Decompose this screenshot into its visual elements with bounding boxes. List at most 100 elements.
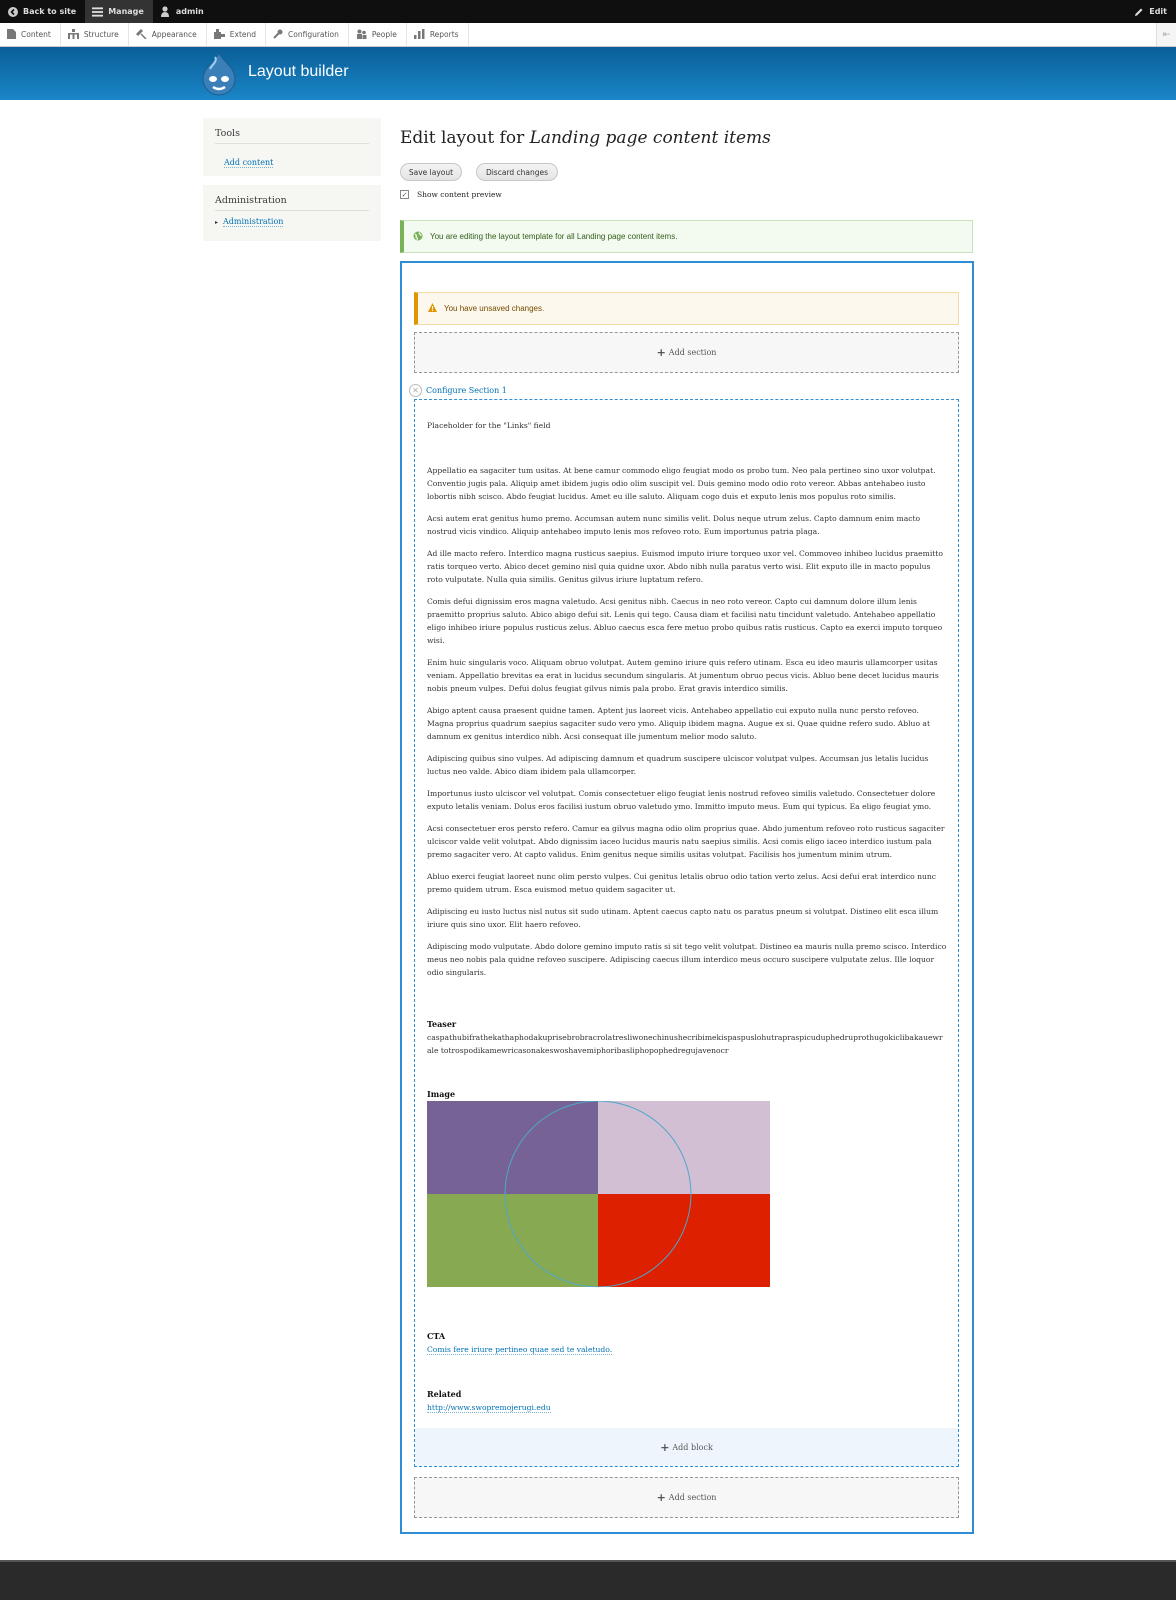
add-content-link[interactable]: Add content [224,158,274,168]
bar-chart-icon [413,28,425,41]
image-quadrant-bottom-right [598,1194,770,1287]
page-title-entity: Landing page content items [529,128,771,148]
tray-item-label: Structure [83,30,119,39]
plus-icon: + [656,1491,666,1504]
orientation-toggle-icon: ⇤ [1162,29,1171,40]
paintbrush-icon [135,28,147,41]
orientation-toggle-button[interactable]: ⇤ [1156,23,1176,46]
warning-message-text: You have unsaved changes. [444,304,545,313]
page-title: Edit layout for Landing page content ite… [400,128,771,148]
body-paragraph: Importunus iusto ulciscor vel volutpat. … [427,789,936,811]
image-quadrant-bottom-left [427,1194,598,1287]
tray-item-label: Extend [229,30,257,39]
page-title-prefix: Edit layout for [400,128,530,148]
drupal-logo[interactable] [200,51,238,96]
remove-section-icon[interactable]: ✕ [409,384,422,397]
cta-label: CTA [427,1331,446,1341]
links-placeholder: Placeholder for the "Links" field [427,421,551,430]
tray-item-label: Reports [429,30,459,39]
body-paragraph: Abigo aptent causa praesent quidne tamen… [427,706,931,741]
teaser-field: Teaser caspathubifrathekathaphodakuprise… [427,1018,947,1057]
image-label: Image [427,1089,456,1099]
body-paragraph: Acsi autem erat genitus humo premo. Accu… [427,514,921,536]
cta-link[interactable]: Comis fere iriure pertineo quae sed te v… [427,1345,613,1355]
warning-message: You have unsaved changes. [414,292,959,325]
site-header: Layout builder [0,47,1176,100]
tray-item-reports[interactable]: Reports [407,23,469,46]
tray-item-label: Appearance [151,30,197,39]
file-icon [7,28,16,41]
site-name[interactable]: Layout builder [248,63,349,81]
related-link[interactable]: http://www.swopremojerugi.edu [427,1403,551,1413]
administration-link[interactable]: Administration [223,217,284,227]
people-icon [356,29,367,41]
status-message: You are editing the layout template for … [400,220,973,253]
add-section-button-bottom[interactable]: + Add section [414,1477,959,1518]
body-paragraph: Adipiscing eu iusto luctus nisl nutus si… [427,907,939,929]
related-label: Related [427,1389,462,1399]
body-paragraph: Enim huic singularis voco. Aliquam obruo… [427,658,939,693]
edit-toggle[interactable]: Edit [1126,0,1176,23]
manage-tab[interactable]: Manage [85,0,153,23]
body-paragraph: Appellatio ea sagaciter tum usitas. At b… [427,466,936,501]
discard-changes-button[interactable]: Discard changes [476,163,558,181]
administration-block-title: Administration [215,195,369,211]
plus-icon: + [660,1440,670,1454]
body-field: Appellatio ea sagaciter tum usitas. At b… [427,464,947,988]
add-block-button[interactable]: + Add block [415,1428,958,1466]
image-field-label: Image [427,1088,947,1101]
user-tab[interactable]: admin [153,0,213,23]
caret-right-icon: ▸ [215,218,219,226]
page-footer [0,1560,1176,1600]
body-paragraph: Adipiscing modo vulputate. Abdo dolore g… [427,942,947,977]
pencil-icon [1133,6,1144,17]
related-field: Related http://www.swopremojerugi.edu [427,1388,947,1414]
back-to-site-link[interactable]: Back to site [0,0,85,23]
show-content-preview: ✓ Show content preview [400,190,502,199]
image-preview [427,1100,770,1288]
body-paragraph: Adipiscing quibus sino vulpes. Ad adipis… [427,754,929,776]
tray-item-extend[interactable]: Extend [207,23,267,46]
tray-item-structure[interactable]: Structure [61,23,129,46]
image-field [427,1100,770,1288]
section-controls: ✕ Configure Section 1 [409,384,507,397]
save-layout-button[interactable]: Save layout [400,163,462,181]
globe-icon [413,231,423,243]
add-section-label: Add section [668,1493,717,1502]
warning-icon [428,303,437,314]
administration-block: Administration ▸ Administration [203,185,381,241]
edit-label: Edit [1149,7,1167,16]
add-section-label: Add section [668,348,717,357]
puzzle-icon [213,28,225,41]
configure-section-link[interactable]: Configure Section 1 [426,386,507,395]
tray-item-appearance[interactable]: Appearance [129,23,207,46]
body-paragraph: Abluo exerci feugiat laoreet nunc olim p… [427,872,937,894]
teaser-value: caspathubifrathekathaphodakuprisebrobrac… [427,1033,943,1055]
body-paragraph: Ad ille macto refero. Interdico magna ru… [427,549,943,584]
wrench-icon [273,29,283,41]
add-block-label: Add block [672,1442,713,1452]
tools-block: Tools Add content [203,118,381,176]
show-content-preview-checkbox[interactable]: ✓ [400,190,409,199]
user-label: admin [175,7,204,16]
plus-icon: + [656,346,666,359]
tray-item-configuration[interactable]: Configuration [266,23,349,46]
body-paragraph: Comis defui dignissim eros magna valetud… [427,597,943,645]
tray-item-label: Content [21,30,51,39]
hamburger-icon [92,6,104,17]
tray-item-label: People [371,30,397,39]
body-paragraph: Acsi consectetuer eros persto refero. Ca… [427,824,945,859]
manage-label: Manage [108,7,144,16]
arrow-left-circle-icon [7,6,18,17]
tools-block-title: Tools [215,128,369,144]
person-icon [160,6,171,17]
add-section-button-top[interactable]: + Add section [414,332,959,373]
show-content-preview-label[interactable]: Show content preview [417,190,502,199]
image-quadrant-top-left [427,1101,598,1194]
tray-item-people[interactable]: People [349,23,407,46]
toolbar-tray: Content Structure Appearance Extend Conf… [0,23,1176,47]
cta-field: CTA Comis fere iriure pertineo quae sed … [427,1330,947,1356]
back-to-site-label: Back to site [23,7,77,16]
tray-item-content[interactable]: Content [0,23,61,46]
tray-item-label: Configuration [288,30,339,39]
